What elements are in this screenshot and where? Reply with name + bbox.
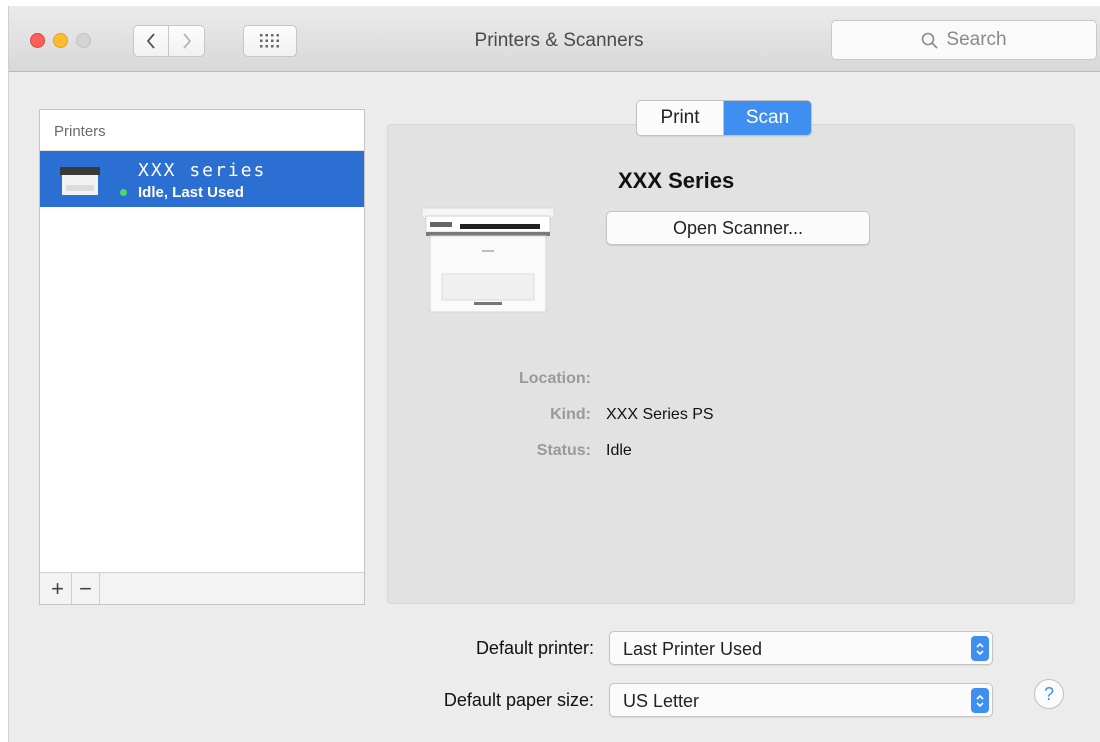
printer-image bbox=[421, 207, 555, 313]
printer-detail-panel bbox=[387, 124, 1075, 604]
toolbar: Printers & Scanners Search bbox=[9, 6, 1100, 72]
default-printer-select[interactable]: Last Printer Used bbox=[609, 631, 993, 665]
minimize-window-button[interactable] bbox=[53, 33, 68, 48]
kind-label: Kind: bbox=[550, 406, 591, 423]
device-title: XXX Series bbox=[618, 168, 735, 193]
location-label: Location: bbox=[519, 370, 591, 387]
zoom-window-button[interactable] bbox=[76, 33, 91, 48]
chevron-right-icon bbox=[182, 33, 191, 49]
open-scanner-button[interactable]: Open Scanner... bbox=[606, 211, 870, 245]
back-button[interactable] bbox=[133, 25, 169, 57]
printer-status-dot bbox=[120, 189, 127, 196]
printer-thumbnail-icon bbox=[60, 167, 100, 195]
chevron-updown-icon bbox=[971, 688, 989, 713]
printer-list-header: Printers bbox=[40, 110, 364, 151]
search-placeholder: Search bbox=[946, 29, 1007, 50]
print-scan-tabs: Print Scan bbox=[636, 100, 812, 136]
help-button[interactable]: ? bbox=[1034, 679, 1064, 709]
printer-list: Printers XXX series Idle, Last Used + − bbox=[39, 109, 365, 605]
forward-button[interactable] bbox=[169, 25, 205, 57]
default-paper-size-select[interactable]: US Letter bbox=[609, 683, 993, 717]
search-field[interactable]: Search bbox=[831, 20, 1097, 60]
grid-icon bbox=[260, 34, 279, 48]
status-value: Idle bbox=[606, 442, 632, 459]
remove-printer-button[interactable]: − bbox=[72, 573, 100, 604]
show-all-button[interactable] bbox=[243, 25, 297, 57]
search-icon bbox=[922, 32, 938, 49]
printer-name: XXX series bbox=[138, 160, 267, 181]
default-paper-size-value: US Letter bbox=[623, 691, 700, 711]
default-printer-value: Last Printer Used bbox=[623, 639, 763, 659]
chevron-left-icon bbox=[146, 33, 155, 49]
printer-status: Idle, Last Used bbox=[138, 184, 244, 201]
default-printer-label: Default printer: bbox=[475, 638, 594, 658]
default-paper-size-label: Default paper size: bbox=[443, 690, 594, 710]
tab-print[interactable]: Print bbox=[637, 101, 724, 135]
printer-list-item[interactable]: XXX series Idle, Last Used bbox=[40, 151, 364, 207]
tab-scan[interactable]: Scan bbox=[724, 101, 811, 135]
kind-value: XXX Series PS bbox=[606, 406, 714, 423]
close-window-button[interactable] bbox=[30, 33, 45, 48]
chevron-updown-icon bbox=[971, 636, 989, 661]
window-title: Printers & Scanners bbox=[474, 30, 644, 51]
status-label: Status: bbox=[536, 442, 591, 459]
printer-list-footer: + − bbox=[40, 572, 364, 604]
add-printer-button[interactable]: + bbox=[44, 573, 72, 604]
